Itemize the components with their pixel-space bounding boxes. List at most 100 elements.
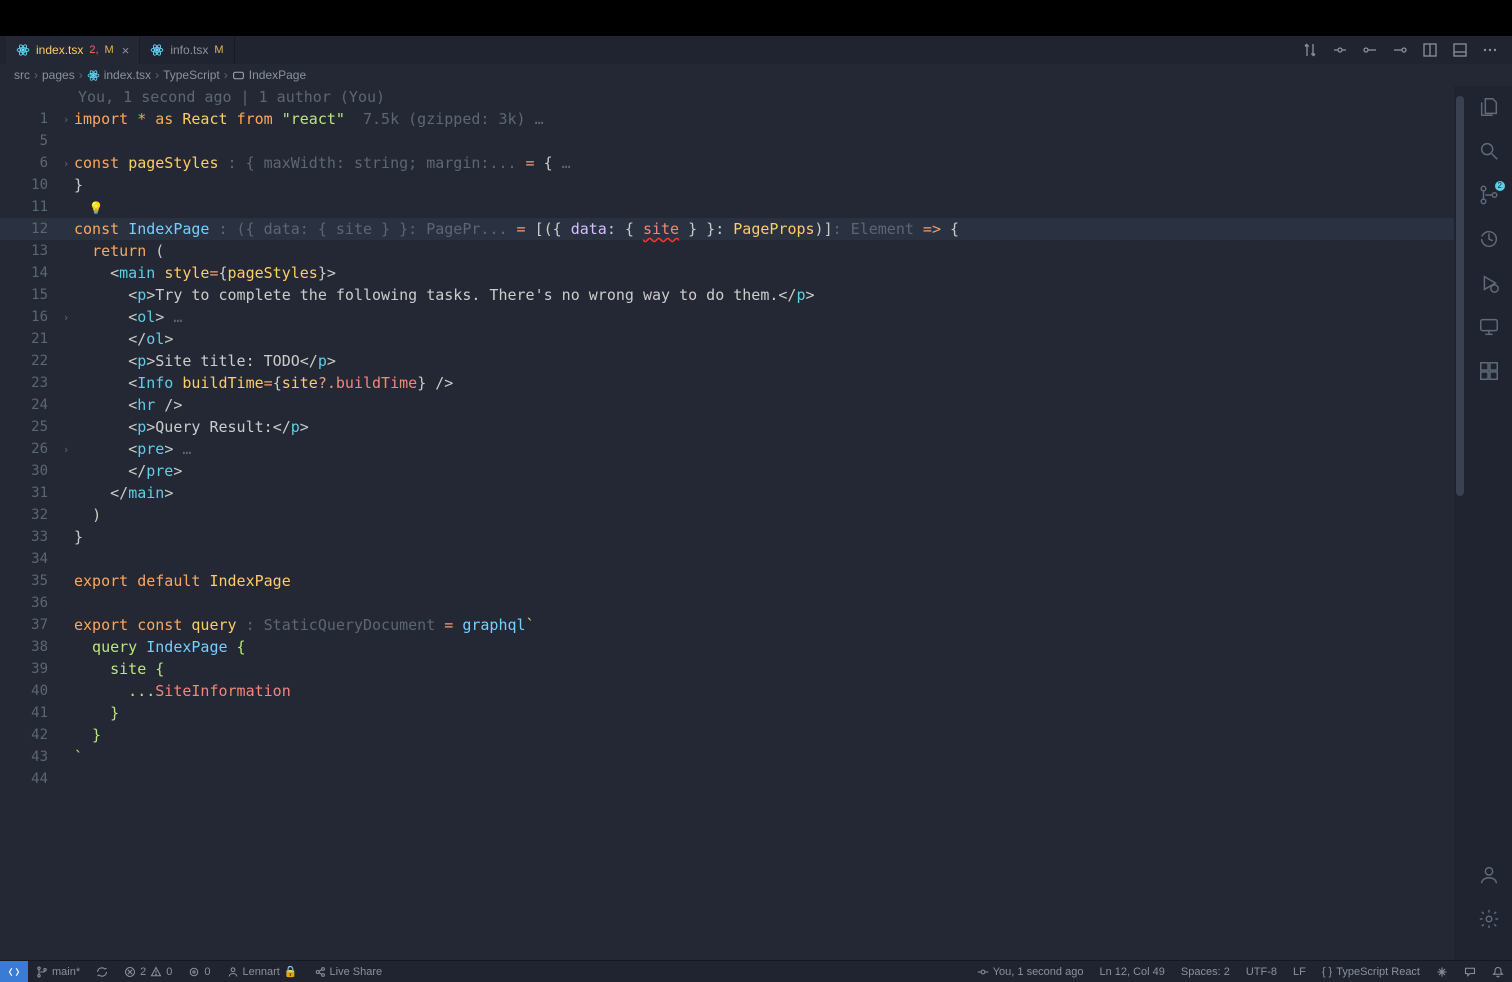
- code-content[interactable]: const IndexPage : ({ data: { site } }: P…: [74, 220, 1466, 238]
- code-line[interactable]: 1›import * as React from "react" 7.5k (g…: [0, 108, 1466, 130]
- files-icon[interactable]: [1478, 96, 1500, 118]
- code-line[interactable]: 5: [0, 130, 1466, 152]
- fold-chevron-icon[interactable]: ›: [58, 157, 74, 170]
- code-content[interactable]: }: [74, 176, 1466, 194]
- code-line[interactable]: 39 site {: [0, 658, 1466, 680]
- code-content[interactable]: </pre>: [74, 462, 1466, 480]
- fold-chevron-icon[interactable]: ›: [58, 443, 74, 456]
- code-line[interactable]: 35export default IndexPage: [0, 570, 1466, 592]
- code-line[interactable]: 34: [0, 548, 1466, 570]
- code-content[interactable]: </main>: [74, 484, 1466, 502]
- go-forward-icon[interactable]: [1362, 42, 1378, 58]
- code-line[interactable]: 36: [0, 592, 1466, 614]
- panel-icon[interactable]: [1452, 42, 1468, 58]
- scrollbar-thumb[interactable]: [1456, 96, 1464, 496]
- timeline-icon[interactable]: [1478, 228, 1500, 250]
- breadcrumb[interactable]: src › pages › index.tsx › TypeScript › I…: [0, 64, 1512, 86]
- code-content[interactable]: import * as React from "react" 7.5k (gzi…: [74, 110, 1466, 128]
- code-content[interactable]: <p>Site title: TODO</p>: [74, 352, 1466, 370]
- code-line[interactable]: 26› <pre> …: [0, 438, 1466, 460]
- fold-chevron-icon[interactable]: ›: [58, 311, 74, 324]
- breadcrumb-item[interactable]: index.tsx: [104, 68, 151, 82]
- code-line[interactable]: 14 <main style={pageStyles}>: [0, 262, 1466, 284]
- fold-chevron-icon[interactable]: ›: [58, 113, 74, 126]
- status-cursor[interactable]: Ln 12, Col 49: [1091, 961, 1172, 982]
- code-line[interactable]: 33}: [0, 526, 1466, 548]
- code-line[interactable]: 15 <p>Try to complete the following task…: [0, 284, 1466, 306]
- code-content[interactable]: 💡: [74, 198, 1466, 216]
- extensions-icon[interactable]: [1478, 360, 1500, 382]
- status-feedback[interactable]: [1456, 961, 1484, 982]
- code-content[interactable]: ...SiteInformation: [74, 682, 1466, 700]
- code-line[interactable]: 10}: [0, 174, 1466, 196]
- run-debug-icon[interactable]: [1478, 272, 1500, 294]
- code-line[interactable]: 24 <hr />: [0, 394, 1466, 416]
- code-line[interactable]: 30 </pre>: [0, 460, 1466, 482]
- run-icon[interactable]: [1392, 42, 1408, 58]
- status-language[interactable]: { } TypeScript React: [1314, 961, 1428, 982]
- status-blame[interactable]: You, 1 second ago: [969, 961, 1092, 982]
- code-line[interactable]: 23 <Info buildTime={site?.buildTime} />: [0, 372, 1466, 394]
- code-line[interactable]: 22 <p>Site title: TODO</p>: [0, 350, 1466, 372]
- code-line[interactable]: 12const IndexPage : ({ data: { site } }:…: [0, 218, 1466, 240]
- status-encoding[interactable]: UTF-8: [1238, 961, 1285, 982]
- code-line[interactable]: 41 }: [0, 702, 1466, 724]
- code-content[interactable]: }: [74, 726, 1466, 744]
- code-content[interactable]: <main style={pageStyles}>: [74, 264, 1466, 282]
- go-back-icon[interactable]: [1332, 42, 1348, 58]
- code-content[interactable]: `: [74, 748, 1466, 766]
- code-content[interactable]: <Info buildTime={site?.buildTime} />: [74, 374, 1466, 392]
- code-line[interactable]: 11 💡: [0, 196, 1466, 218]
- minimap[interactable]: [1454, 86, 1466, 960]
- status-eol[interactable]: LF: [1285, 961, 1314, 982]
- code-content[interactable]: <p>Try to complete the following tasks. …: [74, 286, 1466, 304]
- code-line[interactable]: 43`: [0, 746, 1466, 768]
- source-control-icon[interactable]: 2: [1478, 184, 1500, 206]
- breadcrumb-item[interactable]: IndexPage: [249, 68, 306, 82]
- compare-changes-icon[interactable]: [1302, 42, 1318, 58]
- code-content[interactable]: export default IndexPage: [74, 572, 1466, 590]
- status-user[interactable]: Lennart 🔒: [219, 961, 306, 982]
- status-bell[interactable]: [1484, 961, 1512, 982]
- code-content[interactable]: export const query : StaticQueryDocument…: [74, 616, 1466, 634]
- close-icon[interactable]: ×: [122, 43, 130, 58]
- more-icon[interactable]: [1482, 42, 1498, 58]
- code-line[interactable]: 40 ...SiteInformation: [0, 680, 1466, 702]
- code-line[interactable]: 42 }: [0, 724, 1466, 746]
- code-content[interactable]: <p>Query Result:</p>: [74, 418, 1466, 436]
- code-line[interactable]: 32 ): [0, 504, 1466, 526]
- split-editor-icon[interactable]: [1422, 42, 1438, 58]
- status-problems[interactable]: 2 0: [116, 961, 180, 982]
- code-line[interactable]: 6›const pageStyles : { maxWidth: string;…: [0, 152, 1466, 174]
- account-icon[interactable]: [1478, 864, 1500, 886]
- status-prettier[interactable]: [1428, 961, 1456, 982]
- status-ports[interactable]: 0: [180, 961, 218, 982]
- code-line[interactable]: 25 <p>Query Result:</p>: [0, 416, 1466, 438]
- breadcrumb-item[interactable]: pages: [42, 68, 75, 82]
- code-content[interactable]: site {: [74, 660, 1466, 678]
- code-line[interactable]: 38 query IndexPage {: [0, 636, 1466, 658]
- search-icon[interactable]: [1478, 140, 1500, 162]
- breadcrumb-item[interactable]: src: [14, 68, 30, 82]
- code-content[interactable]: <hr />: [74, 396, 1466, 414]
- gear-icon[interactable]: [1478, 908, 1500, 930]
- remote-explorer-icon[interactable]: [1478, 316, 1500, 338]
- code-line[interactable]: 13 return (: [0, 240, 1466, 262]
- code-content[interactable]: [74, 132, 1466, 150]
- code-line[interactable]: 21 </ol>: [0, 328, 1466, 350]
- remote-indicator[interactable]: [0, 961, 28, 982]
- code-content[interactable]: const pageStyles : { maxWidth: string; m…: [74, 154, 1466, 172]
- code-content[interactable]: query IndexPage {: [74, 638, 1466, 656]
- status-liveshare[interactable]: Live Share: [306, 961, 391, 982]
- code-content[interactable]: </ol>: [74, 330, 1466, 348]
- code-editor[interactable]: You, 1 second ago | 1 author (You) 1›imp…: [0, 86, 1466, 960]
- status-spaces[interactable]: Spaces: 2: [1173, 961, 1238, 982]
- status-branch[interactable]: main*: [28, 961, 88, 982]
- code-line[interactable]: 31 </main>: [0, 482, 1466, 504]
- breadcrumb-item[interactable]: TypeScript: [163, 68, 220, 82]
- code-content[interactable]: }: [74, 528, 1466, 546]
- tab-index-tsx[interactable]: index.tsx 2, M ×: [6, 36, 140, 64]
- code-content[interactable]: }: [74, 704, 1466, 722]
- status-sync[interactable]: [88, 961, 116, 982]
- code-line[interactable]: 37export const query : StaticQueryDocume…: [0, 614, 1466, 636]
